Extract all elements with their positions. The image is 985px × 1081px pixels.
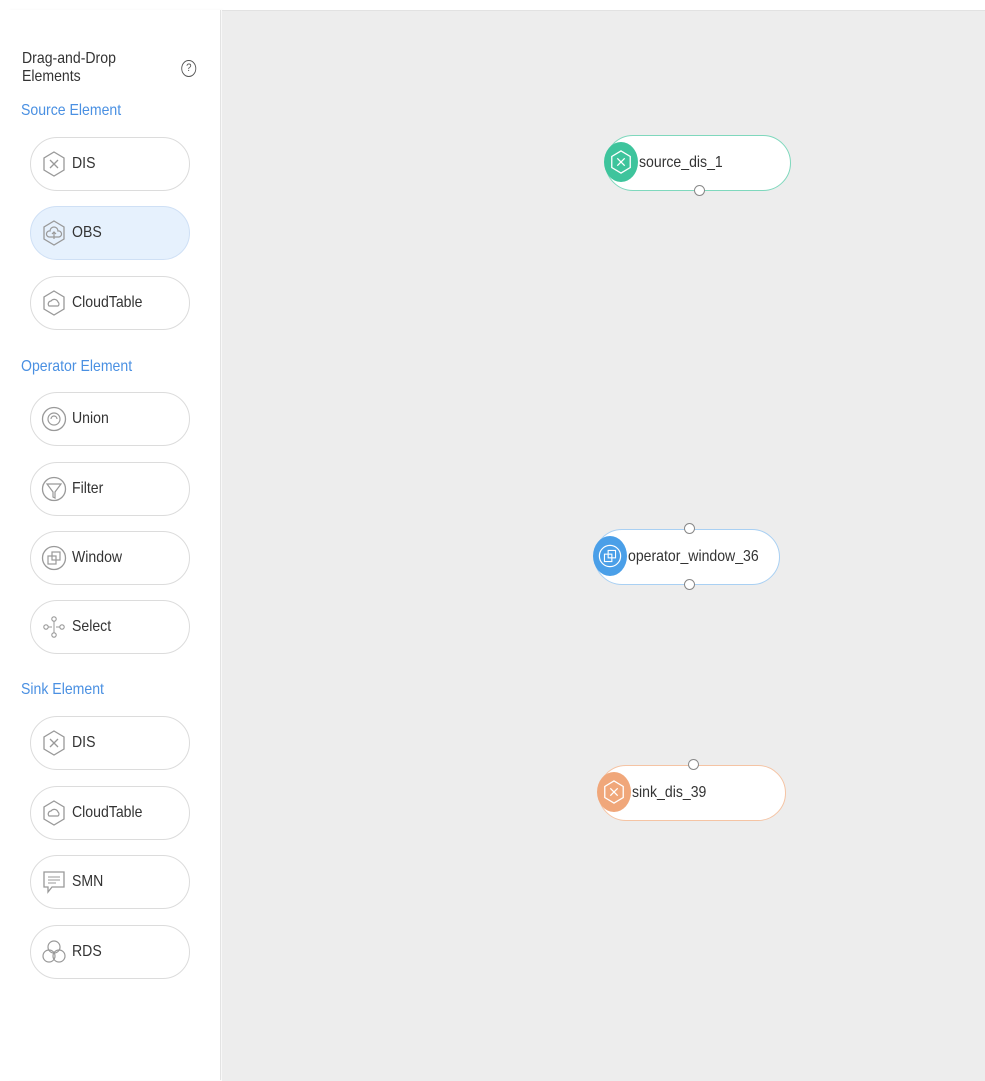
- dis-icon: [41, 151, 67, 177]
- window-icon: [593, 536, 627, 576]
- node-label: source_dis_1: [639, 154, 723, 171]
- palette-title: Drag-and-Drop Elements ?: [22, 50, 197, 86]
- palette-item-label: CloudTable: [72, 804, 143, 821]
- dis-icon: [597, 772, 631, 812]
- smn-icon: [41, 869, 67, 895]
- output-port[interactable]: [684, 579, 695, 590]
- palette-title-text: Drag-and-Drop Elements: [22, 50, 116, 85]
- palette-item-label: SMN: [72, 873, 104, 890]
- palette-item-sink-dis[interactable]: DIS: [30, 716, 190, 770]
- palette-item-source-dis[interactable]: DIS: [30, 137, 190, 191]
- palette-item-label: Select: [72, 618, 112, 635]
- help-icon[interactable]: ?: [181, 59, 197, 77]
- palette-item-label: DIS: [72, 155, 96, 172]
- element-palette: Drag-and-Drop Elements ? Source Element …: [8, 10, 221, 1080]
- palette-item-operator-filter[interactable]: Filter: [30, 462, 190, 516]
- palette-item-sink-smn[interactable]: SMN: [30, 855, 190, 909]
- section-label-source: Source Element: [21, 102, 122, 119]
- node-label: operator_window_36: [628, 548, 759, 565]
- palette-item-source-obs[interactable]: OBS: [30, 206, 190, 260]
- obs-icon: [41, 220, 67, 246]
- palette-item-label: Filter: [72, 480, 104, 497]
- palette-item-label: OBS: [72, 224, 102, 241]
- cloudtable-icon: [41, 290, 67, 316]
- palette-item-operator-union[interactable]: Union: [30, 392, 190, 446]
- palette-item-label: RDS: [72, 943, 102, 960]
- palette-item-label: CloudTable: [72, 294, 143, 311]
- palette-item-sink-rds[interactable]: RDS: [30, 925, 190, 979]
- canvas-node-source[interactable]: source_dis_1: [604, 135, 791, 196]
- palette-item-label: DIS: [72, 734, 96, 751]
- node-label: sink_dis_39: [632, 784, 707, 801]
- section-label-sink: Sink Element: [21, 681, 104, 698]
- section-label-operator: Operator Element: [21, 358, 133, 375]
- palette-item-operator-window[interactable]: Window: [30, 531, 190, 585]
- filter-icon: [41, 476, 67, 502]
- union-icon: [41, 406, 67, 432]
- cloudtable-icon: [41, 800, 67, 826]
- dis-icon: [41, 730, 67, 756]
- output-port[interactable]: [694, 185, 705, 196]
- palette-item-source-cloudtable[interactable]: CloudTable: [30, 276, 190, 330]
- input-port[interactable]: [688, 759, 699, 770]
- canvas-node-operator[interactable]: operator_window_36: [593, 523, 780, 590]
- palette-item-sink-cloudtable[interactable]: CloudTable: [30, 786, 190, 840]
- canvas-node-sink[interactable]: sink_dis_39: [597, 759, 786, 821]
- select-icon: [41, 614, 67, 640]
- palette-item-label: Window: [72, 549, 123, 566]
- window-icon: [41, 545, 67, 571]
- rds-icon: [41, 939, 67, 965]
- design-canvas[interactable]: source_dis_1 operator_window_36 sink_dis…: [222, 10, 985, 1081]
- palette-item-operator-select[interactable]: Select: [30, 600, 190, 654]
- palette-item-label: Union: [72, 410, 109, 427]
- dis-icon: [604, 142, 638, 182]
- input-port[interactable]: [684, 523, 695, 534]
